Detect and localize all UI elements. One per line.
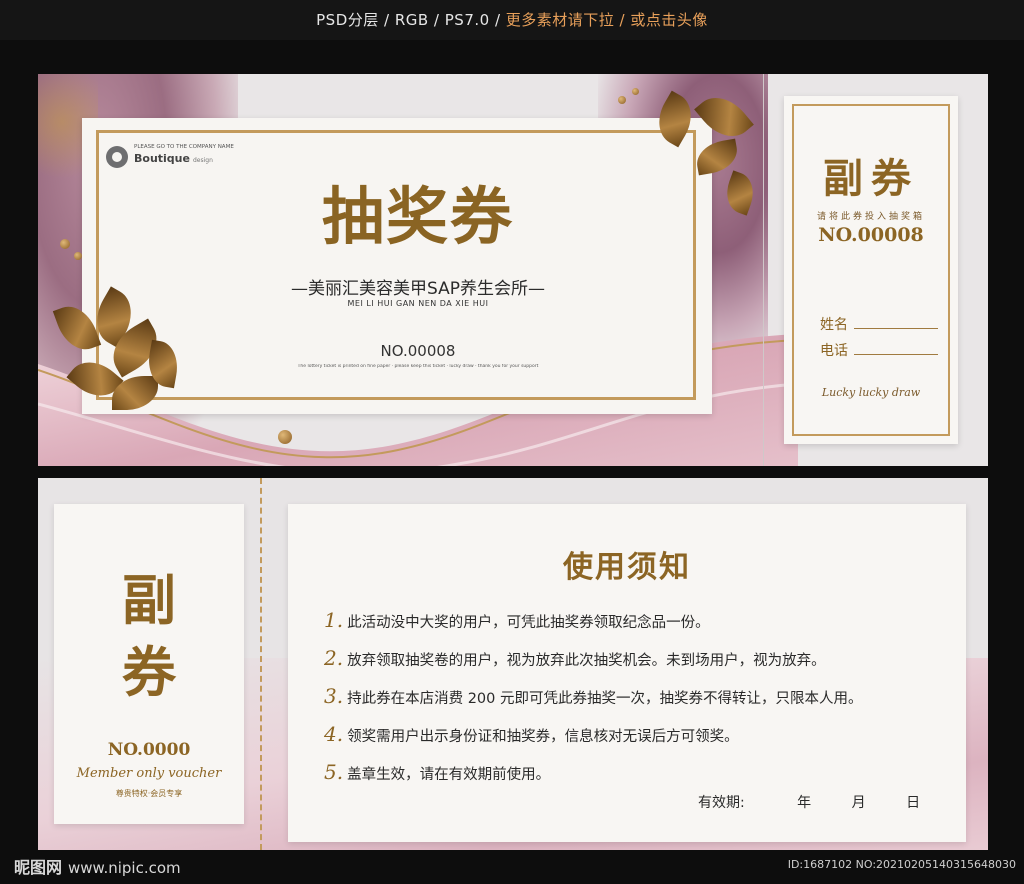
notice-rule: 2. 放弃领取抽奖卷的用户，视为放弃此次抽奖机会。未到场用户，视为放弃。 <box>324 646 826 670</box>
ticket-number: NO.00008 <box>380 342 456 360</box>
back-stub-char-2: 券 <box>122 640 176 704</box>
phone-field-line[interactable] <box>854 354 938 355</box>
rule-text: 盖章生效，请在有效期前使用。 <box>347 767 551 783</box>
rule-number: 1. <box>324 608 344 632</box>
gold-berry-icon <box>74 252 82 260</box>
stub-title: 副券 <box>823 155 919 202</box>
notice-rule: 5. 盖章生效，请在有效期前使用。 <box>324 760 550 784</box>
ticket-subtitle: —美丽汇美容美甲SAP养生会所— <box>291 279 545 299</box>
ticket-subtitle-english: MEI LI HUI GAN NEN DA XIE HUI <box>347 299 489 308</box>
brand-name-sub: design <box>192 157 213 164</box>
rule-number: 4. <box>324 722 344 746</box>
back-stub-script: Member only voucher <box>76 766 222 781</box>
image-id: ID:1687102 NO:20210205140315648030 <box>787 858 1016 871</box>
notice-rule: 4. 领奖需用户出示身份证和抽奖券，信息核对无误后方可领奖。 <box>324 722 739 746</box>
ticket-divider <box>763 74 764 466</box>
header-bar: PSD分层 / RGB / PS7.0 / 更多素材请下拉 / 或点击头像 <box>0 0 1024 40</box>
rule-text: 领奖需用户出示身份证和抽奖券，信息核对无误后方可领奖。 <box>347 729 739 745</box>
ticket-stub-card: 副券 请将此券投入抽奖箱 NO.00008 姓名 电话 Lucky lucky … <box>784 96 958 444</box>
lottery-ticket-back: 副 券 NO.0000 Member only voucher 尊贵特权·会员专… <box>38 478 988 850</box>
usage-notice-card: 使用须知 1. 此活动没中大奖的用户，可凭此抽奖券领取纪念品一份。 2. 放弃领取抽… <box>288 504 966 842</box>
gold-berry-icon <box>632 88 639 95</box>
validity-label: 有效期: <box>698 795 745 811</box>
site-watermark: 昵图网 www.nipic.com <box>14 854 181 878</box>
phone-field-label: 电话 <box>820 343 848 359</box>
name-field-line[interactable] <box>854 328 938 329</box>
back-stub-note: 尊贵特权·会员专享 <box>115 789 183 798</box>
brand-logo-icon <box>106 146 128 168</box>
brand-name: Boutique design <box>134 152 213 165</box>
rule-number: 3. <box>324 684 344 708</box>
site-url[interactable]: www.nipic.com <box>68 859 181 877</box>
ticket-title: 抽奖券 <box>321 180 514 253</box>
rule-text: 持此券在本店消费 200 元即可凭此券抽奖一次，抽奖券不得转让，只限本人用。 <box>347 691 863 707</box>
validity-year: 年 <box>797 795 812 811</box>
gold-pearl-icon <box>278 430 292 444</box>
lottery-ticket-front: PLEASE GO TO THE COMPANY NAME Boutique de… <box>38 74 988 466</box>
stub-number: NO.00008 <box>818 224 924 246</box>
validity-day: 日 <box>906 795 921 811</box>
header-specs: PSD分层 / RGB / PS7.0 / <box>316 11 506 29</box>
validity-row: 有效期: 年 月 日 <box>698 792 920 812</box>
notice-title: 使用须知 <box>563 550 691 585</box>
back-stub-number: NO.0000 <box>107 740 191 760</box>
notice-rule: 1. 此活动没中大奖的用户，可凭此抽奖券领取纪念品一份。 <box>324 608 710 632</box>
rule-text: 此活动没中大奖的用户，可凭此抽奖券领取纪念品一份。 <box>347 615 710 631</box>
brand-logo-block: PLEASE GO TO THE COMPANY NAME Boutique de… <box>106 142 246 174</box>
notice-rule: 3. 持此券在本店消费 200 元即可凭此券抽奖一次，抽奖券不得转让，只限本人用。 <box>324 684 863 708</box>
back-stub-char-1: 副 <box>122 568 176 632</box>
brand-tagline: PLEASE GO TO THE COMPANY NAME <box>134 144 234 150</box>
ticket-fine-print: The lottery ticket is printed on fine pa… <box>297 364 539 369</box>
validity-month: 月 <box>851 795 866 811</box>
gold-berry-icon <box>60 239 70 249</box>
header-promo[interactable]: 更多素材请下拉 / 或点击头像 <box>506 11 708 29</box>
site-name: 昵图网 <box>14 858 63 877</box>
header-text: PSD分层 / RGB / PS7.0 / 更多素材请下拉 / 或点击头像 <box>0 9 1024 30</box>
back-stub-card: 副 券 NO.0000 Member only voucher 尊贵特权·会员专… <box>54 504 244 824</box>
rule-number: 2. <box>324 646 344 670</box>
perforation-line <box>260 478 262 850</box>
stub-script-text: Lucky lucky draw <box>821 386 921 399</box>
stub-hint: 请将此券投入抽奖箱 <box>816 212 925 222</box>
name-field-label: 姓名 <box>820 317 848 333</box>
rule-text: 放弃领取抽奖卷的用户，视为放弃此次抽奖机会。未到场用户，视为放弃。 <box>347 653 826 669</box>
gold-berry-icon <box>618 96 626 104</box>
brand-name-text: Boutique <box>134 152 190 165</box>
rule-number: 5. <box>324 760 344 784</box>
